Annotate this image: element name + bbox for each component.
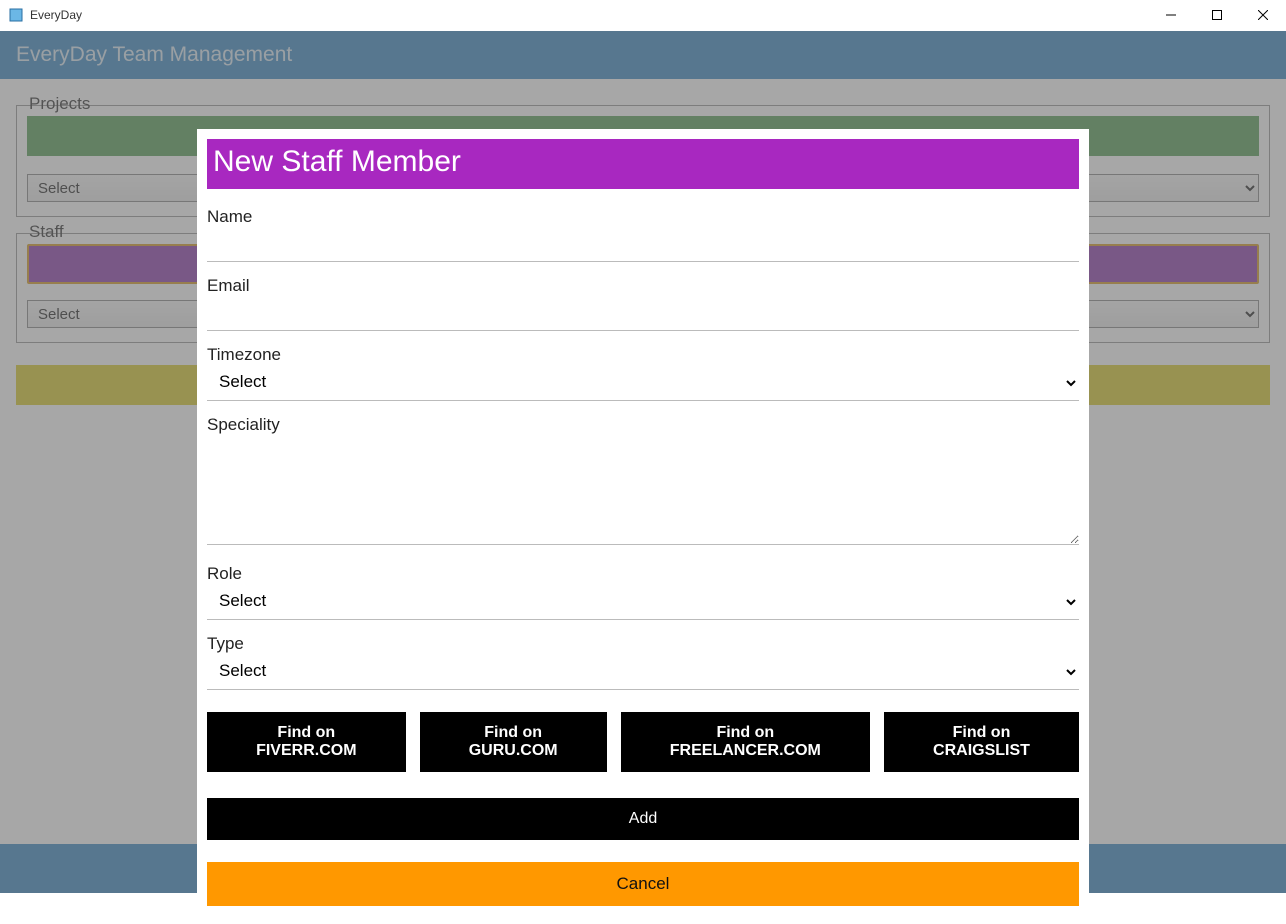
name-label: Name [207,207,1079,227]
timezone-select[interactable]: Select [207,365,1079,401]
maximize-button[interactable] [1194,0,1240,31]
name-input[interactable] [207,227,1079,262]
type-label: Type [207,634,1079,654]
window-controls [1148,0,1286,31]
new-staff-modal: New Staff Member Name Email Timezone Sel… [197,129,1089,924]
close-button[interactable] [1240,0,1286,31]
find-guru-button[interactable]: Find on GURU.COM [420,712,607,772]
speciality-textarea[interactable] [207,435,1079,545]
timezone-label: Timezone [207,345,1079,365]
email-label: Email [207,276,1079,296]
add-button[interactable]: Add [207,798,1079,840]
window-title: EveryDay [30,8,82,22]
find-buttons-row: Find on FIVERR.COM Find on GURU.COM Find… [207,712,1079,772]
app-icon [8,7,24,23]
role-label: Role [207,564,1079,584]
find-fiverr-button[interactable]: Find on FIVERR.COM [207,712,406,772]
speciality-label: Speciality [207,415,1079,435]
find-craigslist-button[interactable]: Find on CRAIGSLIST [884,712,1079,772]
find-freelancer-button[interactable]: Find on FREELANCER.COM [621,712,870,772]
window-titlebar: EveryDay [0,0,1286,31]
email-input[interactable] [207,296,1079,331]
role-select[interactable]: Select [207,584,1079,620]
cancel-button[interactable]: Cancel [207,862,1079,906]
type-select[interactable]: Select [207,654,1079,690]
modal-title: New Staff Member [207,139,1079,189]
minimize-button[interactable] [1148,0,1194,31]
